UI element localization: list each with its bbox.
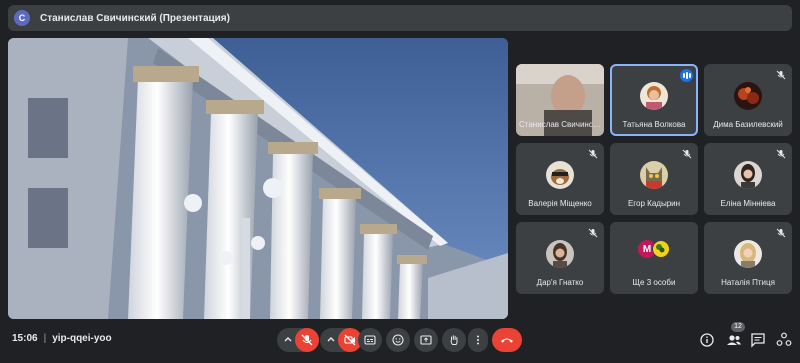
present-screen-icon — [420, 335, 432, 345]
chevron-up-icon[interactable] — [281, 333, 295, 347]
participant-name: Валерія Міщенко — [528, 199, 592, 208]
present-button[interactable] — [414, 328, 438, 352]
people-icon[interactable] — [724, 330, 744, 350]
mic-off-icon — [776, 70, 786, 80]
participant-tile[interactable]: Станислав Свичинский — [516, 64, 604, 136]
others-avatars: М — [638, 240, 670, 260]
avatar — [652, 240, 670, 258]
avatar — [734, 161, 762, 189]
presentation-banner: С Станислав Свичинский (Презентация) — [8, 5, 792, 31]
mic-off-icon — [682, 149, 692, 159]
raise-hand-button[interactable] — [442, 328, 466, 352]
captions-button[interactable] — [358, 328, 382, 352]
phone-hangup-icon — [501, 338, 513, 343]
info-icon[interactable] — [697, 330, 717, 350]
others-tile[interactable]: М Ще 3 особи — [610, 222, 698, 294]
participant-tile[interactable]: Егор Кадырин — [610, 143, 698, 215]
presentation-stage — [8, 38, 508, 319]
meeting-info: 15:06 | yip-qqei-yoo — [12, 333, 112, 344]
chat-icon[interactable] — [748, 330, 768, 350]
participant-name: Ще 3 особи — [632, 278, 676, 287]
meeting-time: 15:06 — [12, 333, 38, 344]
participant-tile[interactable]: Дима Базилевский — [704, 64, 792, 136]
mic-off-icon — [301, 334, 313, 346]
presentation-image — [8, 38, 508, 319]
participant-name: Егор Кадырин — [627, 199, 681, 208]
participant-tile[interactable]: Наталія Птиця — [704, 222, 792, 294]
mic-control-group — [277, 328, 319, 352]
more-vert-icon — [477, 335, 479, 345]
speaking-icon — [680, 69, 693, 82]
mic-off-icon — [776, 228, 786, 238]
mic-button[interactable] — [295, 328, 319, 352]
mic-off-icon — [588, 149, 598, 159]
avatar — [734, 240, 762, 268]
presentation-title: Станислав Свичинский (Презентация) — [40, 12, 230, 24]
participant-name: Наталія Птиця — [721, 278, 775, 287]
avatar — [734, 82, 762, 110]
captions-icon — [364, 335, 376, 345]
avatar — [546, 161, 574, 189]
participant-tile[interactable]: Дар'я Гнатко — [516, 222, 604, 294]
avatar — [546, 240, 574, 268]
emoji-button[interactable] — [386, 328, 410, 352]
presenter-avatar: С — [14, 10, 30, 26]
participant-name: Дима Базилевский — [713, 120, 783, 129]
meeting-code: yip-qqei-yoo — [52, 333, 112, 344]
participant-name: Еліна Мінніева — [720, 199, 776, 208]
camera-control-group — [320, 328, 362, 352]
participant-tile[interactable]: Еліна Мінніева — [704, 143, 792, 215]
camera-off-icon — [344, 334, 356, 346]
participant-tile[interactable]: Татьяна Волкова — [610, 64, 698, 136]
separator: | — [43, 333, 47, 344]
mic-off-icon — [776, 149, 786, 159]
participant-name: Дар'я Гнатко — [536, 278, 584, 287]
activities-icon[interactable] — [774, 330, 794, 350]
hand-icon — [450, 335, 458, 345]
avatar — [640, 82, 668, 110]
end-call-button[interactable] — [492, 328, 522, 352]
mic-off-icon — [588, 228, 598, 238]
avatar — [640, 161, 668, 189]
chevron-up-icon[interactable] — [324, 333, 338, 347]
more-options-button[interactable] — [468, 328, 488, 352]
emoji-icon — [392, 334, 404, 346]
participant-name: Татьяна Волкова — [622, 120, 686, 129]
participant-name: Станислав Свичинский — [519, 120, 604, 129]
participant-tile[interactable]: Валерія Міщенко — [516, 143, 604, 215]
